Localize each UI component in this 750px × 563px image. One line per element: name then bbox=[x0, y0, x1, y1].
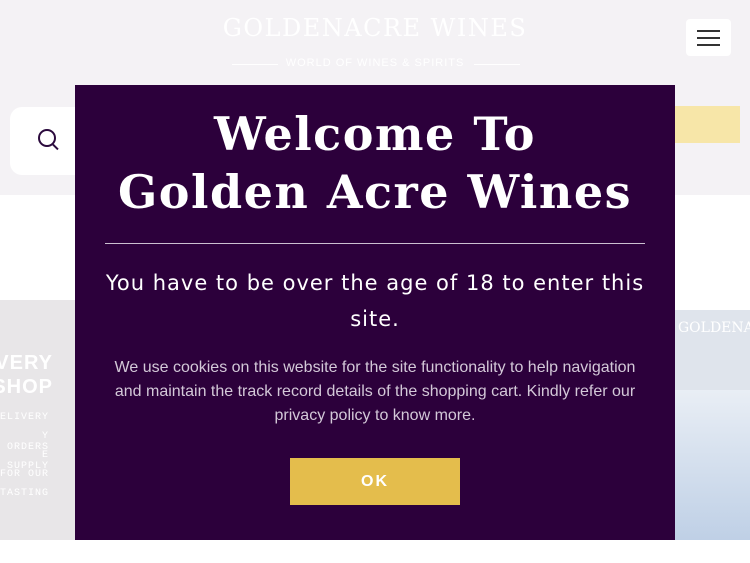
age-notice: You have to be over the age of 18 to ent… bbox=[105, 271, 645, 331]
ok-button[interactable]: OK bbox=[290, 458, 460, 505]
hamburger-icon bbox=[697, 44, 720, 46]
modal-title-line-2: Golden Acre Wines bbox=[118, 165, 632, 219]
modal-divider bbox=[105, 243, 645, 244]
cookie-notice: We use cookies on this website for the s… bbox=[114, 359, 636, 424]
promo-heading: VERY bbox=[0, 352, 53, 374]
search-icon[interactable] bbox=[38, 129, 56, 147]
promo-line: TASTING bbox=[0, 488, 49, 499]
brand-logo-text[interactable]: GOLDENACRE WINES bbox=[0, 14, 750, 42]
brand-tagline: WORLD OF WINES & SPIRITS bbox=[285, 57, 465, 69]
promo-line: DELIVERY bbox=[0, 412, 49, 423]
promo-banner-image bbox=[675, 390, 750, 540]
menu-toggle-button[interactable] bbox=[686, 19, 731, 56]
age-verification-modal: Welcome To Golden Acre Wines You have to… bbox=[75, 85, 675, 540]
promo-banner-left[interactable]: VERY SHOP DELIVERY Y ORDERS E SUPPLY FOR… bbox=[0, 300, 75, 540]
modal-title: Welcome To Golden Acre Wines bbox=[75, 105, 675, 221]
promo-line: FOR OUR bbox=[0, 469, 50, 480]
promo-banner-title: GOLDENACRE bbox=[678, 320, 750, 336]
hamburger-icon bbox=[697, 30, 720, 32]
tagline-divider-right bbox=[474, 64, 520, 65]
page-footer-strip bbox=[0, 540, 750, 563]
promo-banner-right[interactable]: GOLDENACRE bbox=[675, 310, 750, 540]
hamburger-icon bbox=[697, 37, 720, 39]
modal-title-line-1: Welcome To bbox=[214, 107, 536, 161]
promo-heading: SHOP bbox=[0, 376, 53, 398]
